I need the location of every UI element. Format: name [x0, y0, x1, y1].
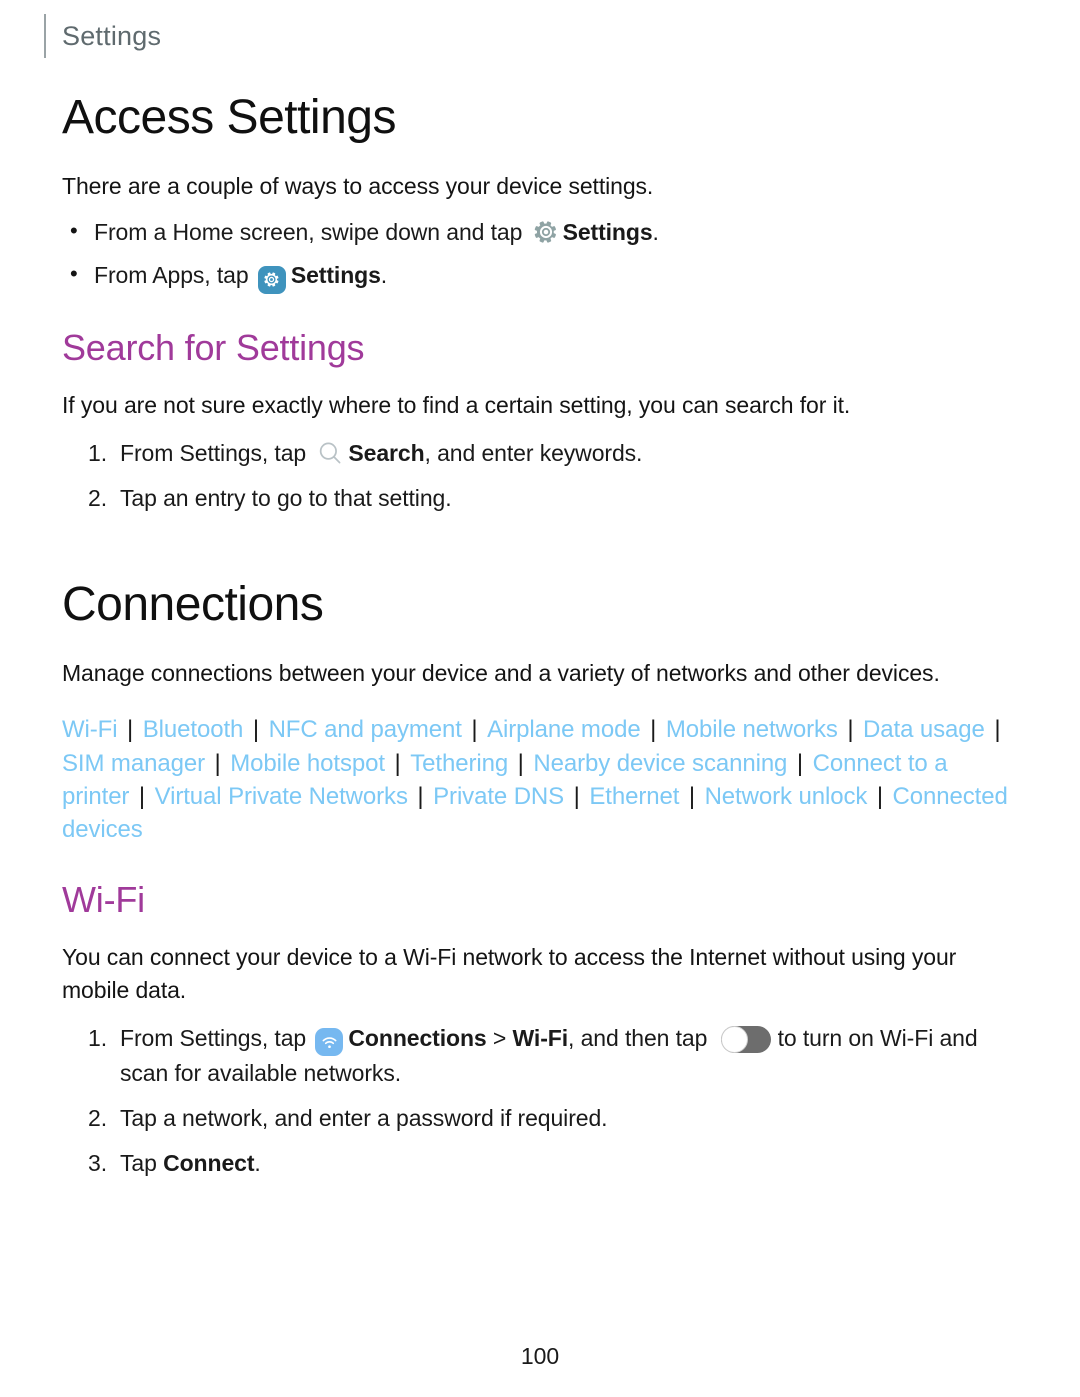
- step-text-pre: From Settings, tap: [120, 1024, 307, 1051]
- link-separator: |: [410, 782, 431, 810]
- step-text: Tap a network, and enter a password if r…: [120, 1105, 608, 1132]
- link-separator: |: [840, 716, 861, 744]
- link-separator: |: [464, 716, 485, 744]
- list-item: 1. From Settings, tap Connections > Wi-F…: [62, 1021, 1012, 1091]
- connections-link[interactable]: Virtual Private Networks: [155, 783, 408, 810]
- step-bold-label-connections: Connections: [348, 1024, 487, 1051]
- step-number: 1.: [88, 1024, 107, 1051]
- bullet-text-post: .: [652, 219, 659, 246]
- link-separator: |: [246, 716, 266, 744]
- access-settings-intro: There are a couple of ways to access you…: [62, 172, 654, 199]
- link-separator: |: [643, 716, 663, 744]
- toggle-switch-off[interactable]: [720, 1025, 771, 1053]
- link-separator: |: [120, 716, 140, 744]
- search-icon[interactable]: [316, 439, 344, 467]
- link-separator: |: [567, 782, 587, 810]
- search-for-settings-step-list: 1. From Settings, tap Search, and enter …: [62, 436, 1012, 515]
- step-number: 2.: [88, 1105, 107, 1132]
- connections-link[interactable]: Ethernet: [589, 783, 679, 810]
- settings-app-icon[interactable]: [257, 265, 286, 294]
- connections-link[interactable]: Nearby device scanning: [533, 750, 787, 777]
- connections-link-list: Wi-Fi | Bluetooth | NFC and payment | Ai…: [62, 713, 1012, 845]
- wifi-app-icon[interactable]: [315, 1028, 344, 1057]
- access-settings-bullet-list: From a Home screen, swipe down and tap S…: [62, 215, 1012, 294]
- connections-link[interactable]: Mobile networks: [666, 716, 838, 743]
- connections-link[interactable]: Private DNS: [433, 783, 564, 810]
- list-item: 1. From Settings, tap Search, and enter …: [62, 436, 1012, 470]
- header-divider-rule: [44, 14, 46, 58]
- connections-link[interactable]: Data usage: [863, 716, 985, 743]
- gear-icon[interactable]: [533, 219, 559, 245]
- bullet-bold-label: Settings: [562, 219, 653, 246]
- wifi-intro: You can connect your device to a Wi-Fi n…: [62, 944, 957, 1004]
- list-item: From Apps, tap Settings.: [62, 258, 1012, 294]
- link-separator: |: [870, 782, 890, 810]
- link-separator: |: [132, 782, 152, 810]
- step-text-post: .: [254, 1150, 261, 1177]
- bullet-text-pre: From a Home screen, swipe down and tap: [94, 219, 523, 246]
- step-text: Tap an entry to go to that setting.: [120, 484, 452, 511]
- connections-link[interactable]: Network unlock: [705, 783, 868, 810]
- step-number: 1.: [88, 439, 107, 466]
- step-text-pre: Tap: [120, 1150, 157, 1177]
- running-header: Settings: [44, 14, 161, 58]
- connections-link[interactable]: NFC and payment: [269, 716, 462, 743]
- list-item: 2. Tap an entry to go to that setting.: [62, 481, 1012, 515]
- step-breadcrumb-separator: >: [486, 1024, 513, 1051]
- link-separator: |: [511, 749, 531, 777]
- link-separator: |: [790, 749, 810, 777]
- step-bold-label-wifi: Wi-Fi: [512, 1024, 569, 1051]
- link-separator: |: [387, 749, 408, 777]
- connections-link[interactable]: SIM manager: [62, 750, 205, 777]
- bullet-text-post: .: [380, 262, 388, 289]
- bullet-text-pre: From Apps, tap: [94, 262, 249, 289]
- connections-link[interactable]: Airplane mode: [487, 716, 641, 743]
- connections-link[interactable]: Bluetooth: [143, 716, 244, 743]
- bullet-bold-label: Settings: [290, 262, 381, 289]
- link-separator: |: [207, 749, 228, 777]
- section-heading-search-for-settings: Search for Settings: [62, 326, 365, 368]
- step-text-pre: From Settings, tap: [120, 439, 307, 466]
- document-content: Access Settings There are a couple of wa…: [62, 92, 1012, 1191]
- toggle-knob: [720, 1025, 748, 1053]
- list-item: From a Home screen, swipe down and tap S…: [62, 215, 1012, 249]
- section-heading-access-settings: Access Settings: [62, 91, 396, 144]
- step-text-post: , and enter keywords.: [424, 439, 643, 466]
- section-heading-wifi: Wi-Fi: [62, 878, 145, 920]
- link-separator: |: [987, 716, 1001, 744]
- connections-link[interactable]: Mobile hotspot: [230, 750, 385, 777]
- connections-link[interactable]: Tethering: [410, 750, 508, 777]
- step-number: 2.: [88, 484, 107, 511]
- step-bold-label: Connect: [163, 1150, 255, 1177]
- step-text-mid: , and then tap: [568, 1024, 708, 1051]
- connections-link[interactable]: Wi-Fi: [62, 716, 118, 743]
- search-for-settings-intro: If you are not sure exactly where to fin…: [62, 392, 851, 419]
- wifi-step-list: 1. From Settings, tap Connections > Wi-F…: [62, 1021, 1012, 1181]
- connections-intro: Manage connections between your device a…: [62, 659, 940, 686]
- link-separator: |: [682, 782, 702, 810]
- header-title: Settings: [62, 21, 162, 51]
- step-bold-label: Search: [348, 439, 425, 466]
- step-number: 3.: [88, 1150, 107, 1177]
- list-item: 2. Tap a network, and enter a password i…: [62, 1101, 1012, 1135]
- page-number: 100: [520, 1343, 560, 1369]
- list-item: 3. Tap Connect.: [62, 1146, 1012, 1180]
- section-heading-connections: Connections: [62, 577, 324, 631]
